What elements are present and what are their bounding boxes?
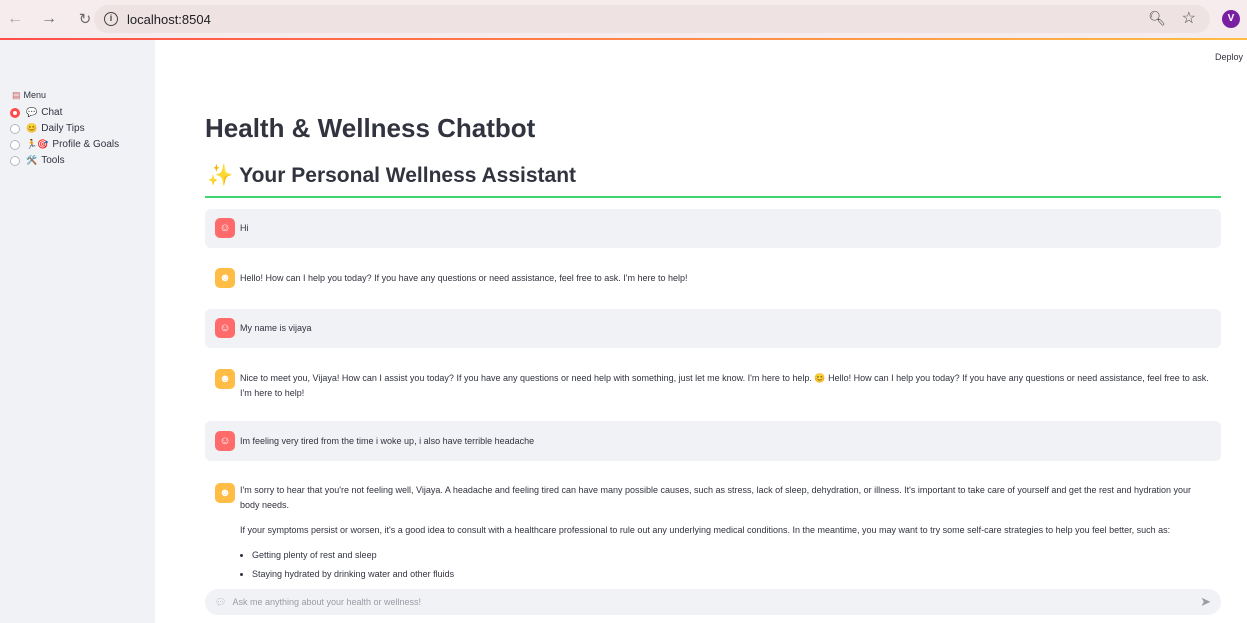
address-bar[interactable]: i localhost:8504 🔍︎ ☆ [94, 5, 1210, 33]
page-subtitle: ✨ Your Personal Wellness Assistant [207, 164, 576, 188]
sidebar: ▤ Menu 💬 Chat 😊 Daily Tips 🏃🎯 Profile & G… [0, 40, 155, 623]
message-text: Nice to meet you, Vijaya! How can I assi… [240, 373, 1209, 398]
chat-message-user: ☺ Hi [205, 209, 1221, 248]
assistant-avatar-icon: ☻ [215, 369, 235, 389]
runner-target-icon: 🏃🎯 [26, 139, 49, 149]
chat-message-assistant: ☻ I'm sorry to hear that you're not feel… [205, 483, 1221, 583]
user-avatar-icon: ☺ [215, 218, 235, 238]
message-list: Getting plenty of rest and sleep Staying… [252, 548, 1211, 582]
subtitle-divider [205, 196, 1221, 198]
chat-message-user: ☺ My name is vijaya [205, 309, 1221, 348]
sidebar-item-label: Tools [41, 155, 65, 166]
radio-selected[interactable] [10, 107, 20, 118]
sidebar-item-label: Profile & Goals [52, 139, 120, 150]
assistant-avatar-icon: ☻ [215, 483, 235, 503]
message-paragraph: I'm sorry to hear that you're not feelin… [240, 485, 1192, 510]
message-text: Hi [240, 223, 249, 233]
send-icon[interactable]: ➤ [1200, 594, 1211, 610]
radio-unselected[interactable] [10, 139, 20, 150]
app-header-decoration [0, 38, 1247, 40]
speech-bubble-icon: 💬 [26, 107, 38, 117]
forward-arrow-icon[interactable]: → [38, 10, 60, 28]
message-text: My name is vijaya [240, 323, 312, 333]
smiley-icon: 😊 [26, 123, 38, 133]
site-info-icon[interactable]: i [104, 12, 118, 26]
chat-message-user: ☺ Im feeling very tired from the time i … [205, 421, 1221, 461]
message-text: Hello! How can I help you today? If you … [240, 273, 688, 283]
page-title: Health & Wellness Chatbot [205, 113, 536, 143]
assistant-avatar-icon: ☻ [215, 268, 235, 288]
sidebar-item-label: Chat [41, 107, 63, 118]
sidebar-item-tools[interactable]: 🛠️ Tools [10, 155, 65, 166]
subtitle-text: Your Personal Wellness Assistant [239, 164, 577, 187]
chat-message-assistant: ☻ Hello! How can I help you today? If yo… [205, 259, 1221, 298]
user-avatar-icon: ☺ [215, 318, 235, 338]
reload-icon[interactable]: ↻ [74, 10, 96, 28]
list-item: Getting plenty of rest and sleep [252, 548, 1211, 563]
bookmark-star-icon[interactable]: ☆ [1182, 8, 1196, 28]
sidebar-item-label: Daily Tips [41, 123, 85, 134]
chat-bubble-icon: 💬︎ [215, 596, 227, 607]
message-paragraph: If your symptoms persist or worsen, it's… [240, 525, 1171, 535]
tools-icon: 🛠️ [26, 155, 38, 165]
chat-input[interactable] [232, 597, 1173, 607]
sidebar-item-chat[interactable]: 💬 Chat [10, 107, 62, 118]
sidebar-item-daily-tips[interactable]: 😊 Daily Tips [10, 123, 85, 134]
radio-unselected[interactable] [10, 123, 20, 134]
zoom-icon[interactable]: 🔍︎ [1148, 10, 1166, 27]
chat-input-bar[interactable]: 💬︎ ➤ [205, 589, 1221, 615]
sidebar-item-profile-goals[interactable]: 🏃🎯 Profile & Goals [10, 139, 119, 150]
url-text[interactable]: localhost:8504 [127, 12, 211, 27]
menu-title-label: Menu [23, 90, 47, 100]
back-arrow-icon[interactable]: ← [4, 10, 26, 28]
list-item: Staying hydrated by drinking water and o… [252, 567, 1211, 582]
message-text: Im feeling very tired from the time i wo… [240, 436, 535, 446]
menu-title: ▤ Menu [12, 90, 46, 101]
chat-message-assistant: ☻ Nice to meet you, Vijaya! How can I as… [205, 367, 1221, 407]
browser-toolbar: ← → ↻ i localhost:8504 🔍︎ ☆ V [0, 0, 1247, 38]
deploy-button[interactable]: Deploy [1215, 52, 1243, 62]
clipboard-icon: ▤ [12, 90, 21, 100]
user-avatar-icon: ☺ [215, 431, 235, 451]
profile-avatar[interactable]: V [1222, 10, 1240, 28]
sparkles-icon: ✨ [207, 164, 234, 187]
radio-unselected[interactable] [10, 155, 20, 166]
